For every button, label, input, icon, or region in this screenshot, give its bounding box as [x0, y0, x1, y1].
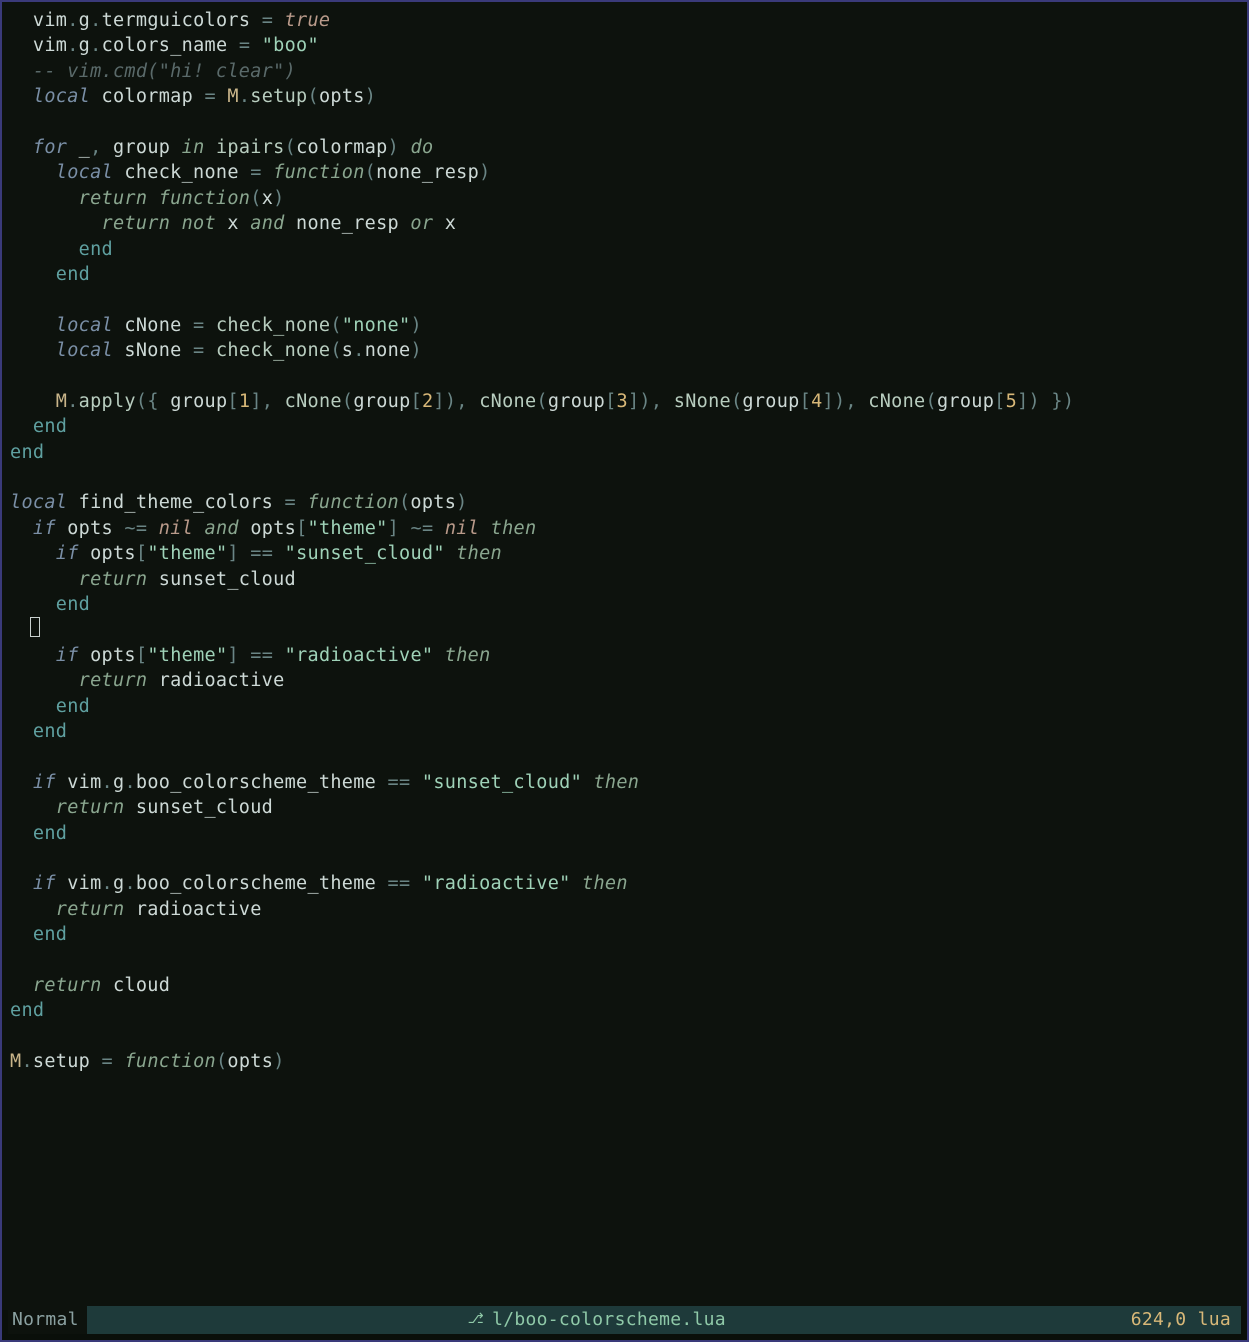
code-line	[2, 110, 1247, 135]
code-line: end	[2, 922, 1247, 947]
mode-indicator: Normal	[8, 1307, 87, 1332]
code-editor[interactable]: vim.g.termguicolors = true vim.g.colors_…	[2, 2, 1247, 1310]
code-line: local colormap = M.setup(opts)	[2, 84, 1247, 109]
statusline-right: 624,0 lua	[1107, 1306, 1241, 1334]
code-line: if opts ~= nil and opts["theme"] ~= nil …	[2, 516, 1247, 541]
code-line: return radioactive	[2, 897, 1247, 922]
code-line: vim.g.colors_name = "boo"	[2, 33, 1247, 58]
code-line: end	[2, 262, 1247, 287]
code-line	[2, 465, 1247, 490]
statusline: Normal ⎇ l/boo-colorscheme.lua 624,0 lua	[8, 1306, 1241, 1334]
code-line: M.setup = function(opts)	[2, 1049, 1247, 1074]
code-line: return radioactive	[2, 668, 1247, 693]
code-line: return sunset_cloud	[2, 567, 1247, 592]
filetype: lua	[1198, 1307, 1231, 1332]
line-column: 624,0	[1131, 1307, 1187, 1332]
filename: l/boo-colorscheme.lua	[492, 1307, 726, 1332]
code-line: M.apply({ group[1], cNone(group[2]), cNo…	[2, 389, 1247, 414]
code-line	[2, 363, 1247, 388]
code-line: end	[2, 694, 1247, 719]
statusline-center: ⎇ l/boo-colorscheme.lua	[87, 1306, 1107, 1334]
code-line: end	[2, 414, 1247, 439]
cursor-line	[2, 617, 1247, 642]
code-line	[2, 947, 1247, 972]
code-line: end	[2, 821, 1247, 846]
code-line	[2, 1024, 1247, 1049]
code-line: vim.g.termguicolors = true	[2, 8, 1247, 33]
code-line: if vim.g.boo_colorscheme_theme == "radio…	[2, 871, 1247, 896]
code-line: end	[2, 592, 1247, 617]
code-line: for _, group in ipairs(colormap) do	[2, 135, 1247, 160]
code-line: return sunset_cloud	[2, 795, 1247, 820]
code-line: end	[2, 998, 1247, 1023]
code-line: if opts["theme"] == "sunset_cloud" then	[2, 541, 1247, 566]
git-branch-icon: ⎇	[468, 1307, 484, 1332]
code-line	[2, 744, 1247, 769]
code-line: local cNone = check_none("none")	[2, 313, 1247, 338]
code-line: end	[2, 440, 1247, 465]
code-line: local sNone = check_none(s.none)	[2, 338, 1247, 363]
code-line: if opts["theme"] == "radioactive" then	[2, 643, 1247, 668]
code-line	[2, 846, 1247, 871]
code-line: local check_none = function(none_resp)	[2, 160, 1247, 185]
code-line	[2, 287, 1247, 312]
code-line: if vim.g.boo_colorscheme_theme == "sunse…	[2, 770, 1247, 795]
code-line: return cloud	[2, 973, 1247, 998]
code-line: local find_theme_colors = function(opts)	[2, 490, 1247, 515]
cursor	[30, 617, 40, 637]
code-line: return function(x)	[2, 186, 1247, 211]
code-line: -- vim.cmd("hi! clear")	[2, 59, 1247, 84]
code-line: end	[2, 237, 1247, 262]
code-line: end	[2, 719, 1247, 744]
code-line: return not x and none_resp or x	[2, 211, 1247, 236]
